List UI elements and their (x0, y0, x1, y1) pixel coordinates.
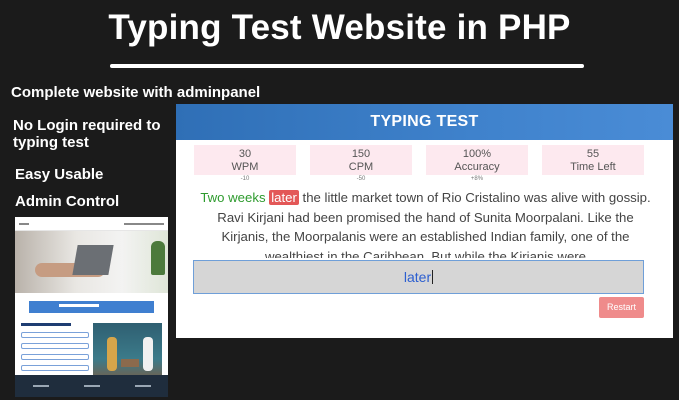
stat-accuracy: 100% Accuracy +8% (426, 145, 528, 182)
stat-time-left: 55 Time Left (542, 145, 644, 175)
stat-cpm-label: CPM (348, 161, 374, 173)
stat-accuracy-label: Accuracy (454, 161, 500, 173)
thumbnail-start-banner (29, 301, 154, 313)
stat-accuracy-delta: +8% (470, 176, 484, 182)
typing-input-value: later (403, 269, 432, 285)
stat-wpm-delta: -10 (240, 176, 250, 182)
restart-button[interactable]: Restart (599, 297, 644, 318)
feature-admin-control: Admin Control (15, 193, 120, 210)
thumbnail-hero-image (15, 231, 168, 293)
passage-typed: Two weeks (200, 190, 270, 205)
stat-time-left-value: 55 (586, 148, 600, 160)
banner-title: Typing Test Website in PHP (108, 8, 571, 47)
passage-current-word: later (269, 190, 299, 205)
stat-wpm-label: WPM (231, 161, 259, 173)
text-caret (432, 270, 434, 284)
stat-cpm-delta: -50 (356, 176, 366, 182)
typing-test-panel: TYPING TEST 30 WPM -10 150 CPM -50 100% … (176, 104, 673, 338)
passage-text: Two weeks later the little market town o… (198, 188, 653, 258)
thumbnail-footer (15, 375, 168, 397)
stat-wpm: 30 WPM -10 (194, 145, 296, 182)
typing-input[interactable]: later (193, 260, 644, 294)
banner-underline (110, 64, 584, 68)
thumbnail-faq-section (15, 313, 168, 383)
feature-complete-website: Complete website with adminpanel (11, 84, 261, 101)
panel-title: TYPING TEST (176, 104, 673, 140)
stat-wpm-value: 30 (238, 148, 252, 160)
feature-easy-usable: Easy Usable (15, 166, 104, 183)
feature-no-login: No Login required to typing test (13, 117, 161, 151)
thumbnail-navbar (15, 217, 168, 231)
admin-site-thumbnail (15, 217, 168, 397)
thumbnail-faq-photo (92, 323, 162, 383)
stat-cpm: 150 CPM -50 (310, 145, 412, 182)
stats-row: 30 WPM -10 150 CPM -50 100% Accuracy +8%… (176, 145, 673, 185)
stat-cpm-value: 150 (351, 148, 371, 160)
stat-time-left-label: Time Left (570, 161, 616, 173)
stat-accuracy-value: 100% (462, 148, 492, 160)
